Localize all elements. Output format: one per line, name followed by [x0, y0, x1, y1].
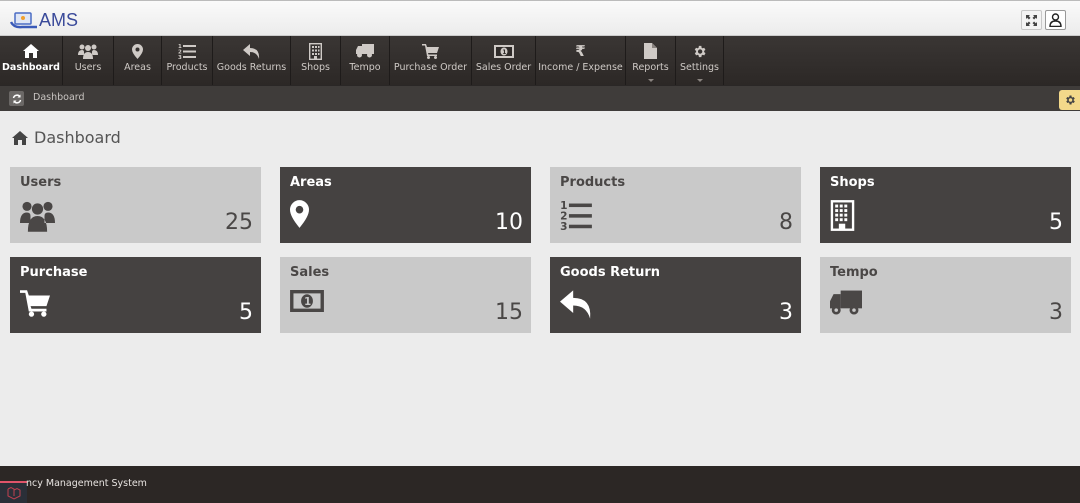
svg-text:3: 3 — [560, 221, 567, 230]
nav-sales-order[interactable]: 1 Sales Order — [472, 36, 536, 85]
card-title: Goods Return — [560, 265, 661, 280]
card-goods-return[interactable]: Goods Return 3 — [550, 257, 801, 333]
card-count: 3 — [1049, 300, 1063, 325]
laravel-logo-icon — [7, 486, 20, 500]
nav-label: Sales Order — [475, 62, 532, 73]
ordered-list-icon: 123 — [178, 44, 196, 59]
nav-purchase-order[interactable]: Purchase Order — [390, 36, 472, 85]
nav-goods-returns[interactable]: Goods Returns — [213, 36, 291, 85]
ordered-list-icon: 123 — [560, 200, 592, 230]
card-count: 5 — [1049, 210, 1063, 235]
breadcrumb-bar: Dashboard — [0, 85, 1080, 111]
nav-products[interactable]: 123 Products — [162, 36, 213, 85]
building-icon — [309, 42, 322, 60]
laptop-logo-icon — [10, 11, 37, 28]
building-icon — [830, 200, 855, 231]
card-products[interactable]: Products 123 8 — [550, 167, 801, 243]
card-count: 25 — [225, 210, 253, 235]
reply-icon — [560, 290, 591, 319]
truck-icon — [830, 290, 862, 315]
nav-income-expense[interactable]: ₹ Income / Expense — [536, 36, 626, 85]
card-areas[interactable]: Areas 10 — [280, 167, 531, 243]
laravel-debug-badge[interactable] — [0, 481, 27, 503]
dropdown-caret-icon — [696, 79, 703, 82]
fullscreen-button[interactable] — [1021, 10, 1042, 30]
card-shops[interactable]: Shops 5 — [820, 167, 1071, 243]
money-icon: 1 — [493, 44, 514, 58]
card-title: Products — [560, 175, 626, 190]
card-tempo[interactable]: Tempo 3 — [820, 257, 1071, 333]
money-icon: 1 — [290, 290, 324, 312]
svg-text:1: 1 — [502, 49, 506, 56]
card-count: 3 — [779, 300, 793, 325]
nav-label: Shops — [301, 62, 330, 73]
card-title: Sales — [290, 265, 330, 280]
nav-label: Dashboard — [2, 62, 60, 73]
nav-label: Tempo — [349, 62, 381, 73]
nav-tempo[interactable]: Tempo — [341, 36, 390, 85]
refresh-button[interactable] — [9, 91, 24, 106]
home-icon — [12, 130, 28, 145]
users-icon — [78, 44, 98, 59]
map-marker-icon — [290, 200, 309, 228]
card-count: 15 — [495, 300, 523, 325]
page-title: Dashboard — [12, 128, 121, 147]
nav-settings[interactable]: Settings — [676, 36, 724, 85]
dropdown-caret-icon — [647, 79, 654, 82]
svg-text:3: 3 — [178, 55, 182, 59]
card-title: Areas — [290, 175, 332, 190]
card-purchase[interactable]: Purchase 5 — [10, 257, 261, 333]
nav-label: Goods Returns — [216, 62, 287, 73]
page-title-text: Dashboard — [34, 128, 121, 147]
users-icon — [20, 201, 55, 232]
card-title: Purchase — [20, 265, 88, 280]
card-title: Shops — [830, 175, 875, 190]
card-title: Tempo — [830, 265, 878, 280]
user-profile-button[interactable] — [1045, 10, 1066, 30]
nav-label: Income / Expense — [538, 62, 623, 73]
app-title: AMS — [39, 10, 79, 30]
footer: ncy Management System — [0, 466, 1080, 503]
nav-areas[interactable]: Areas — [114, 36, 162, 85]
card-count: 10 — [495, 210, 523, 235]
card-count: 8 — [779, 210, 793, 235]
nav-label: Reports — [632, 62, 669, 73]
nav-label: Users — [74, 62, 102, 73]
user-icon — [1049, 13, 1062, 27]
cart-icon — [20, 290, 50, 317]
cart-icon — [422, 43, 439, 59]
footer-text: ncy Management System — [26, 478, 147, 489]
top-bar: AMS — [0, 0, 1080, 36]
file-icon — [644, 43, 657, 59]
card-count: 5 — [239, 300, 253, 325]
card-sales[interactable]: Sales 1 15 — [280, 257, 531, 333]
map-marker-icon — [132, 43, 143, 59]
reply-icon — [243, 43, 260, 59]
svg-text:1: 1 — [304, 297, 311, 308]
card-users[interactable]: Users 25 — [10, 167, 261, 243]
nav-label: Products — [166, 62, 208, 73]
nav-reports[interactable]: Reports — [626, 36, 676, 85]
nav-shops[interactable]: Shops — [291, 36, 341, 85]
nav-label: Purchase Order — [393, 62, 468, 73]
gear-icon — [1065, 95, 1075, 105]
refresh-icon — [12, 93, 21, 104]
rupee-icon: ₹ — [575, 42, 586, 60]
home-icon — [23, 44, 39, 58]
app-logo[interactable]: AMS — [10, 10, 78, 31]
nav-label: Settings — [680, 62, 719, 73]
nav-dashboard[interactable]: Dashboard — [0, 36, 63, 85]
breadcrumb[interactable]: Dashboard — [33, 92, 85, 103]
settings-toggle-button[interactable] — [1059, 90, 1080, 110]
nav-label: Areas — [124, 62, 151, 73]
gear-icon — [694, 45, 706, 57]
nav-users[interactable]: Users — [63, 36, 114, 85]
truck-icon — [356, 44, 374, 58]
expand-icon — [1026, 14, 1037, 26]
main-navigation: Dashboard Users Areas 123 Products Goods… — [0, 36, 1080, 85]
card-title: Users — [20, 175, 62, 190]
